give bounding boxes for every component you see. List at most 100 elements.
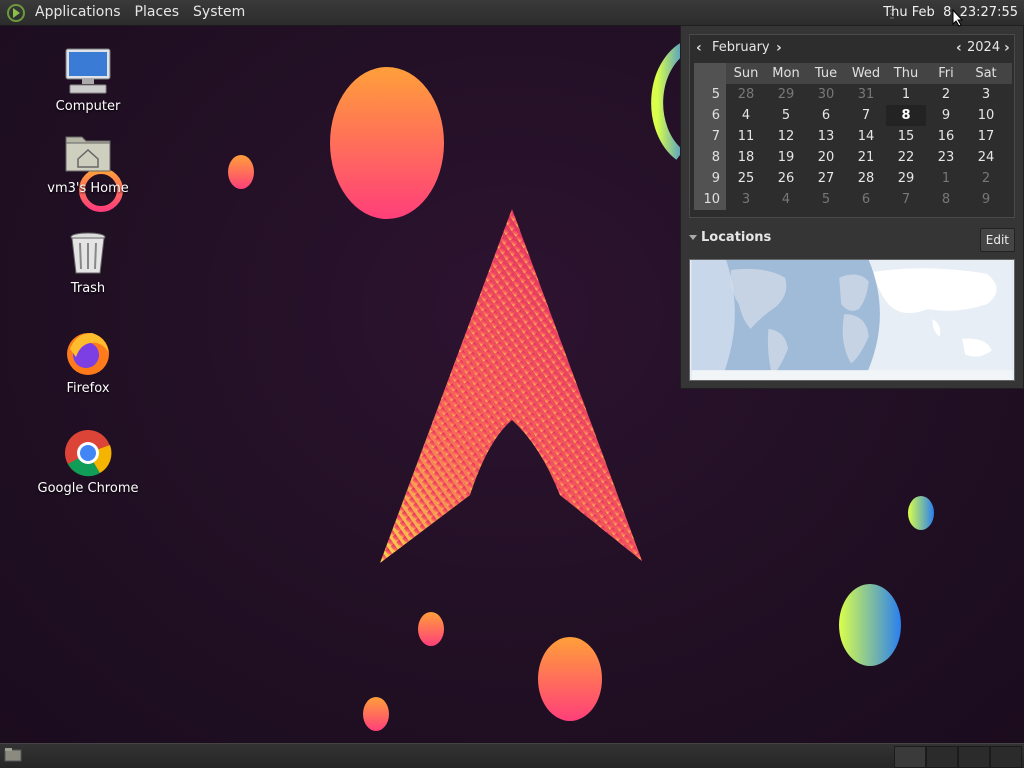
- year-label: 2024: [967, 40, 1001, 55]
- firefox-icon: [67, 333, 109, 375]
- weekday-label: Sun: [733, 66, 759, 81]
- week-number: 7: [694, 126, 726, 147]
- calendar-day[interactable]: 5: [766, 105, 806, 126]
- weekday-label: Fri: [938, 66, 954, 81]
- desktop-icon-label: Firefox: [66, 381, 110, 396]
- calendar-day[interactable]: 21: [846, 147, 886, 168]
- menu-places[interactable]: Places: [128, 0, 187, 25]
- workspace-4[interactable]: [990, 746, 1022, 768]
- locations-title[interactable]: Locations: [701, 230, 771, 245]
- desktop-icon-label: Trash: [70, 281, 106, 296]
- locations-header: Locations Edit: [689, 228, 1015, 252]
- workspace-3[interactable]: [958, 746, 990, 768]
- calendar-day[interactable]: 14: [846, 126, 886, 147]
- workspace-2[interactable]: [926, 746, 958, 768]
- month-label: February: [712, 40, 770, 55]
- calendar-day[interactable]: 26: [766, 168, 806, 189]
- calendar-day[interactable]: 31: [846, 84, 886, 105]
- calendar-week-row: 8 18 19 20 21 22 23 24: [694, 147, 1012, 168]
- desktop-icon-trash[interactable]: Trash: [33, 227, 143, 296]
- calendar-week-row: 10 3 4 5 6 7 8 9: [694, 189, 1012, 210]
- calendar-week-row: 7 11 12 13 14 15 16 17: [694, 126, 1012, 147]
- desktop-icon-label: Computer: [55, 99, 121, 114]
- desktop-icon-label: Google Chrome: [37, 481, 139, 496]
- world-map: [689, 259, 1015, 381]
- edit-locations-button[interactable]: Edit: [979, 228, 1015, 252]
- menu-system[interactable]: System: [186, 0, 252, 25]
- calendar-day[interactable]: 24: [966, 147, 1006, 168]
- calendar-day[interactable]: 6: [846, 189, 886, 210]
- calendar-day[interactable]: 6: [806, 105, 846, 126]
- calendar-grid: Sun Mon Tue Wed Thu Fri Sat 5 28 29 30 31 1 2 3…: [694, 63, 1012, 210]
- desktop-icon-label: vm3's Home: [47, 181, 129, 196]
- calendar-day[interactable]: 27: [806, 168, 846, 189]
- computer-icon: [65, 48, 111, 94]
- calendar-day[interactable]: 2: [926, 84, 966, 105]
- desktop-icon-computer[interactable]: Computer: [33, 45, 143, 114]
- calendar-week-row: 6 4 5 6 7 8 9 10: [694, 105, 1012, 126]
- calendar-day[interactable]: 17: [966, 126, 1006, 147]
- calendar-day[interactable]: 8: [926, 189, 966, 210]
- weekday-label: Sat: [975, 66, 997, 81]
- calendar-day[interactable]: 2: [966, 168, 1006, 189]
- calendar-day[interactable]: 10: [966, 105, 1006, 126]
- prev-year-icon[interactable]: ‹: [956, 39, 962, 57]
- calendar-day[interactable]: 18: [726, 147, 766, 168]
- calendar-day[interactable]: 3: [726, 189, 766, 210]
- calendar-day[interactable]: 23: [926, 147, 966, 168]
- calendar-day[interactable]: 8: [886, 105, 926, 126]
- calendar-day[interactable]: 16: [926, 126, 966, 147]
- calendar-day[interactable]: 20: [806, 147, 846, 168]
- next-year-icon[interactable]: ›: [1004, 39, 1010, 57]
- calendar-day[interactable]: 7: [846, 105, 886, 126]
- calendar-day[interactable]: 5: [806, 189, 846, 210]
- week-number: 9: [694, 168, 726, 189]
- menu-applications[interactable]: Applications: [28, 0, 128, 25]
- calendar-day[interactable]: 9: [926, 105, 966, 126]
- calendar-day[interactable]: 9: [966, 189, 1006, 210]
- calendar-day[interactable]: 22: [886, 147, 926, 168]
- calendar-day[interactable]: 1: [926, 168, 966, 189]
- desktop-icon-chrome[interactable]: Google Chrome: [33, 427, 143, 496]
- calendar-day[interactable]: 12: [766, 126, 806, 147]
- calendar-day[interactable]: 30: [806, 84, 846, 105]
- weekday-header-row: Sun Mon Tue Wed Thu Fri Sat: [694, 63, 1012, 84]
- calendar-widget: ‹ February › ‹ 2024 › Sun Mon Tue Wed Th…: [689, 34, 1015, 218]
- weekday-label: Tue: [814, 66, 838, 81]
- calendar-day[interactable]: 15: [886, 126, 926, 147]
- week-number: 10: [694, 189, 726, 210]
- weekday-label: Wed: [851, 66, 881, 81]
- calendar-day[interactable]: 3: [966, 84, 1006, 105]
- show-desktop-icon[interactable]: [4, 747, 22, 763]
- desktop-icon-firefox[interactable]: Firefox: [33, 327, 143, 396]
- week-number: 8: [694, 147, 726, 168]
- calendar-day[interactable]: 28: [846, 168, 886, 189]
- calendar-day[interactable]: 7: [886, 189, 926, 210]
- next-month-icon[interactable]: ›: [776, 39, 782, 57]
- expander-triangle-icon[interactable]: [689, 235, 697, 240]
- chrome-icon: [65, 430, 112, 477]
- mate-logo-icon[interactable]: [6, 3, 26, 23]
- week-number: 6: [694, 105, 726, 126]
- calendar-popup: ‹ February › ‹ 2024 › Sun Mon Tue Wed Th…: [680, 25, 1024, 389]
- calendar-day[interactable]: 29: [886, 168, 926, 189]
- calendar-day[interactable]: 25: [726, 168, 766, 189]
- calendar-day[interactable]: 4: [726, 105, 766, 126]
- calendar-day[interactable]: 29: [766, 84, 806, 105]
- weekday-label: Mon: [772, 66, 800, 81]
- calendar-day[interactable]: 1: [886, 84, 926, 105]
- workspace-1[interactable]: [894, 746, 926, 768]
- desktop-icon-home[interactable]: vm3's Home: [33, 127, 143, 196]
- prev-month-icon[interactable]: ‹: [696, 39, 702, 57]
- calendar-day[interactable]: 13: [806, 126, 846, 147]
- calendar-week-row: 9 25 26 27 28 29 1 2: [694, 168, 1012, 189]
- weekday-label: Thu: [893, 66, 919, 81]
- calendar-day[interactable]: 28: [726, 84, 766, 105]
- calendar-day[interactable]: 4: [766, 189, 806, 210]
- clock-applet[interactable]: Thu Feb 8, 23:27:55: [879, 0, 1022, 25]
- mouse-cursor-icon: [952, 9, 964, 27]
- top-panel: Applications Places System Thu Feb 8, 23…: [0, 0, 1024, 26]
- calendar-day[interactable]: 11: [726, 126, 766, 147]
- home-folder-icon: [65, 136, 111, 172]
- calendar-day[interactable]: 19: [766, 147, 806, 168]
